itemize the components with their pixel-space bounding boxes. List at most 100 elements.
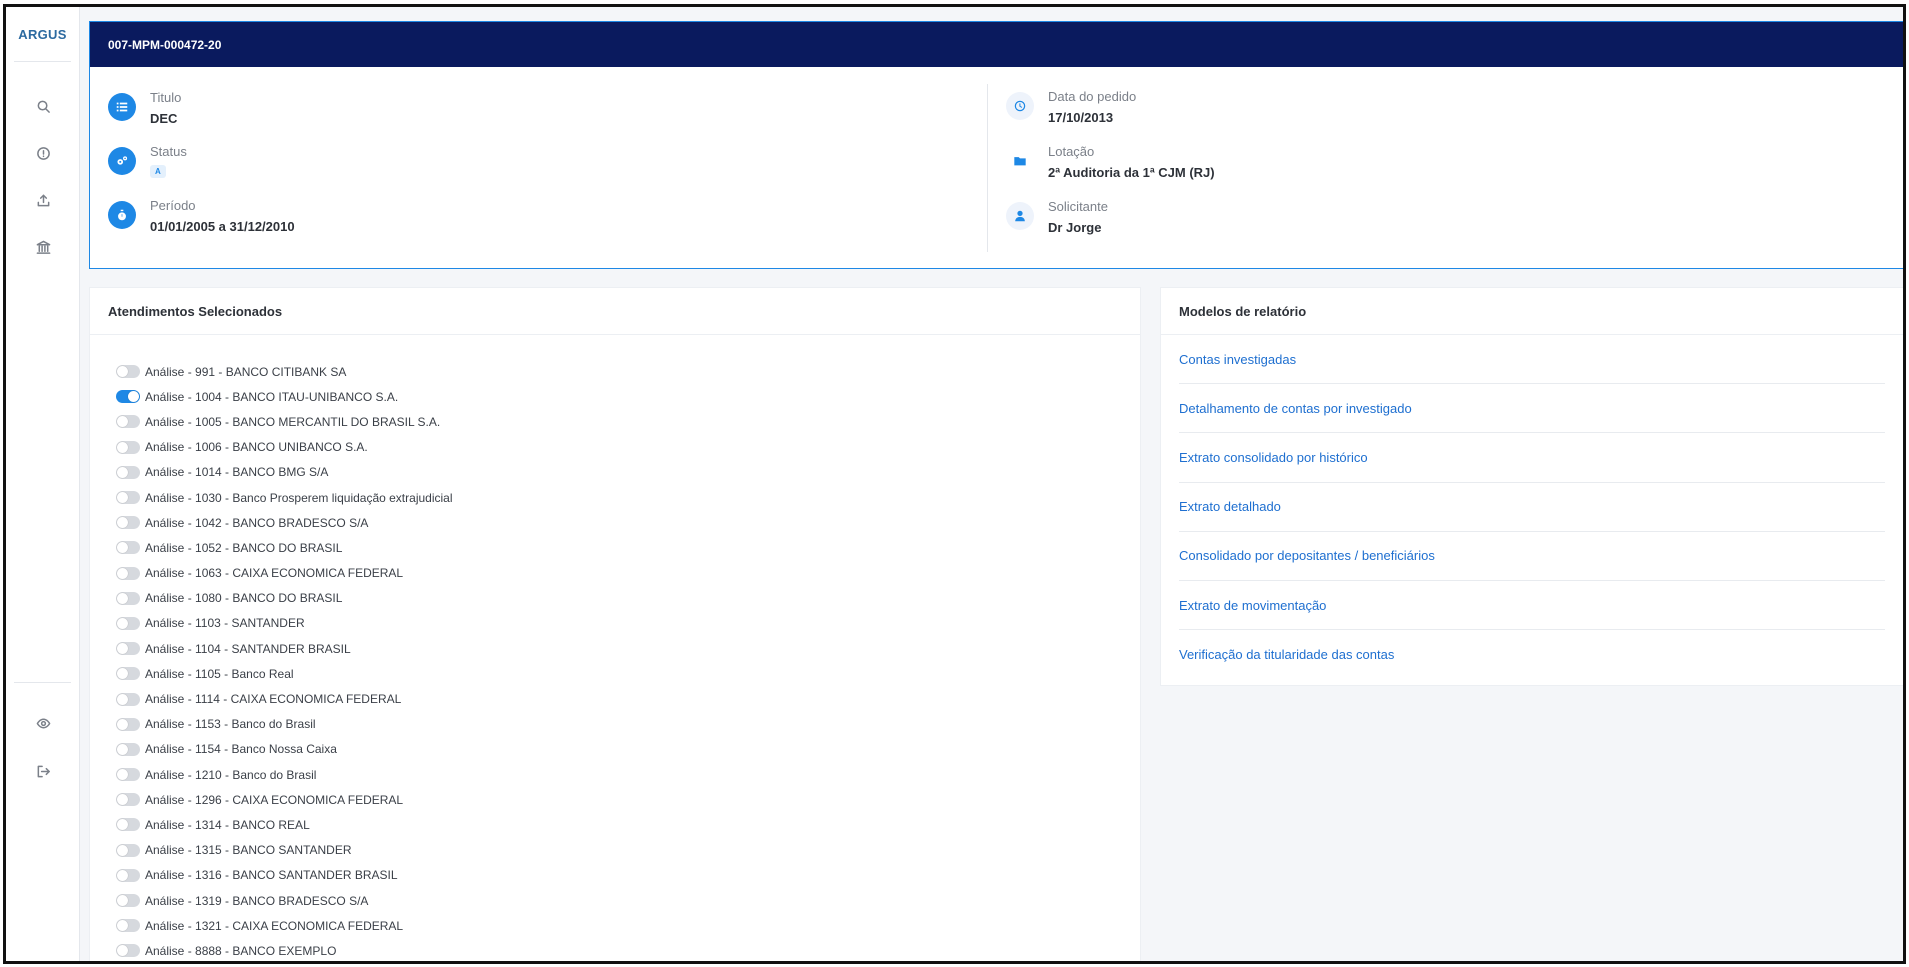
atendimento-item[interactable]: Análise - 1006 - BANCO UNIBANCO S.A.	[116, 435, 1140, 460]
atendimento-item[interactable]: Análise - 1296 - CAIXA ECONOMICA FEDERAL	[116, 787, 1140, 812]
solicitante-value: Dr Jorge	[1048, 220, 1102, 235]
data-pedido-label: Data do pedido	[1048, 89, 1137, 104]
atendimento-label: Análise - 1006 - BANCO UNIBANCO S.A.	[145, 440, 368, 455]
atendimento-label: Análise - 8888 - BANCO EXEMPLO	[145, 943, 337, 958]
atendimento-item[interactable]: Análise - 1014 - BANCO BMG S/A	[116, 460, 1140, 485]
atendimento-label: Análise - 1063 - CAIXA ECONOMICA FEDERAL	[145, 566, 404, 581]
toggle-switch[interactable]	[116, 465, 140, 479]
atendimento-label: Análise - 1042 - BANCO BRADESCO S/A	[145, 515, 369, 530]
folder-icon	[1006, 147, 1034, 175]
toggle-switch[interactable]	[116, 919, 140, 933]
solicitante-field: Solicitante Dr Jorge	[1006, 199, 1108, 236]
app-logo[interactable]: ARGUS	[14, 7, 71, 62]
gears-icon	[108, 147, 136, 175]
toggle-switch[interactable]	[116, 692, 140, 706]
titulo-field: Titulo DEC	[108, 90, 181, 127]
toggle-switch[interactable]	[116, 843, 140, 857]
report-link[interactable]: Verificação da titularidade das contas	[1179, 630, 1885, 679]
toggle-switch[interactable]	[116, 793, 140, 807]
atendimento-label: Análise - 1104 - SANTANDER BRASIL	[145, 641, 351, 656]
atendimento-item[interactable]: Análise - 1052 - BANCO DO BRASIL	[116, 535, 1140, 560]
search-icon[interactable]	[6, 91, 80, 121]
atendimento-item[interactable]: Análise - 1042 - BANCO BRADESCO S/A	[116, 510, 1140, 535]
atendimento-label: Análise - 1315 - BANCO SANTANDER	[145, 843, 352, 858]
toggle-switch[interactable]	[116, 742, 140, 756]
toggle-switch[interactable]	[116, 365, 140, 379]
toggle-switch[interactable]	[116, 591, 140, 605]
atendimentos-title: Atendimentos Selecionados	[90, 288, 1140, 335]
eye-icon[interactable]	[6, 708, 80, 738]
clock-icon	[1006, 92, 1034, 120]
atendimento-label: Análise - 1321 - CAIXA ECONOMICA FEDERAL	[145, 918, 404, 933]
toggle-switch[interactable]	[116, 541, 140, 555]
atendimento-item[interactable]: Análise - 1153 - Banco do Brasil	[116, 712, 1140, 737]
status-label: Status	[150, 144, 187, 159]
atendimento-item[interactable]: Análise - 1114 - CAIXA ECONOMICA FEDERAL	[116, 686, 1140, 711]
toggle-switch[interactable]	[116, 768, 140, 782]
atendimento-label: Análise - 1080 - BANCO DO BRASIL	[145, 591, 343, 606]
periodo-field: Período 01/01/2005 a 31/12/2010	[108, 198, 295, 235]
report-link[interactable]: Extrato de movimentação	[1179, 581, 1885, 631]
atendimento-item[interactable]: Análise - 1103 - SANTANDER	[116, 611, 1140, 636]
sidebar: ARGUS	[6, 7, 80, 961]
atendimento-label: Análise - 1052 - BANCO DO BRASIL	[145, 540, 343, 555]
app-window: ARGUS 007-MPM-000472-20 Titulo DEC Statu…	[3, 4, 1906, 964]
atendimento-item[interactable]: Análise - 1314 - BANCO REAL	[116, 812, 1140, 837]
report-link[interactable]: Contas investigadas	[1179, 335, 1885, 385]
atendimento-item[interactable]: Análise - 1154 - Banco Nossa Caixa	[116, 737, 1140, 762]
modelos-title: Modelos de relatório	[1161, 288, 1903, 335]
bank-icon[interactable]	[6, 232, 80, 262]
toggle-switch[interactable]	[116, 818, 140, 832]
toggle-switch[interactable]	[116, 440, 140, 454]
toggle-switch[interactable]	[116, 868, 140, 882]
toggle-switch[interactable]	[116, 894, 140, 908]
atendimento-label: Análise - 1014 - BANCO BMG S/A	[145, 465, 329, 480]
list-icon	[108, 93, 136, 121]
atendimento-item[interactable]: Análise - 1104 - SANTANDER BRASIL	[116, 636, 1140, 661]
atendimento-label: Análise - 1154 - Banco Nossa Caixa	[145, 742, 337, 757]
toggle-switch[interactable]	[116, 717, 140, 731]
atendimento-label: Análise - 991 - BANCO CITIBANK SA	[145, 364, 347, 379]
atendimento-label: Análise - 1153 - Banco do Brasil	[145, 717, 316, 732]
report-link[interactable]: Consolidado por depositantes / beneficiá…	[1179, 532, 1885, 581]
toggle-switch[interactable]	[116, 642, 140, 656]
atendimento-label: Análise - 1316 - BANCO SANTANDER BRASIL	[145, 868, 398, 883]
toggle-switch[interactable]	[116, 667, 140, 681]
atendimento-item[interactable]: Análise - 1080 - BANCO DO BRASIL	[116, 586, 1140, 611]
atendimento-item[interactable]: Análise - 991 - BANCO CITIBANK SA	[116, 359, 1140, 384]
atendimento-item[interactable]: Análise - 1315 - BANCO SANTANDER	[116, 838, 1140, 863]
report-link[interactable]: Detalhamento de contas por investigado	[1179, 384, 1885, 434]
toggle-switch[interactable]	[116, 516, 140, 530]
report-link[interactable]: Extrato detalhado	[1179, 483, 1885, 532]
case-id-title: 007-MPM-000472-20	[90, 22, 1903, 67]
atendimento-item[interactable]: Análise - 1210 - Banco do Brasil	[116, 762, 1140, 787]
lotacao-field: Lotação 2ª Auditoria da 1ª CJM (RJ)	[1006, 144, 1215, 181]
periodo-value: 01/01/2005 a 31/12/2010	[150, 219, 295, 234]
data-pedido-field: Data do pedido 17/10/2013	[1006, 89, 1136, 126]
atendimento-item[interactable]: Análise - 1105 - Banco Real	[116, 661, 1140, 686]
atendimento-item[interactable]: Análise - 1030 - Banco Prosperem liquida…	[116, 485, 1140, 510]
atendimento-item[interactable]: Análise - 1004 - BANCO ITAU-UNIBANCO S.A…	[116, 384, 1140, 409]
titulo-label: Titulo	[150, 90, 182, 105]
titulo-value: DEC	[150, 111, 178, 126]
toggle-switch[interactable]	[116, 491, 140, 505]
sidebar-divider	[14, 682, 71, 683]
atendimento-item[interactable]: Análise - 1321 - CAIXA ECONOMICA FEDERAL	[116, 913, 1140, 938]
atendimento-item[interactable]: Análise - 1316 - BANCO SANTANDER BRASIL	[116, 863, 1140, 888]
toggle-switch[interactable]	[116, 616, 140, 630]
atendimento-item[interactable]: Análise - 1005 - BANCO MERCANTIL DO BRAS…	[116, 409, 1140, 434]
logout-icon[interactable]	[6, 756, 80, 786]
modelos-list: Contas investigadas Detalhamento de conta…	[1161, 335, 1903, 679]
atendimento-label: Análise - 1004 - BANCO ITAU-UNIBANCO S.A…	[145, 389, 399, 404]
upload-icon[interactable]	[6, 185, 80, 215]
toggle-switch[interactable]	[116, 390, 140, 404]
atendimento-item[interactable]: Análise - 1063 - CAIXA ECONOMICA FEDERAL	[116, 561, 1140, 586]
alert-circle-icon[interactable]	[6, 138, 80, 168]
atendimento-item[interactable]: Análise - 1319 - BANCO BRADESCO S/A	[116, 888, 1140, 913]
toggle-switch[interactable]	[116, 944, 140, 958]
report-link[interactable]: Extrato consolidado por histórico	[1179, 433, 1885, 483]
toggle-switch[interactable]	[116, 566, 140, 580]
atendimento-item[interactable]: Análise - 8888 - BANCO EXEMPLO	[116, 938, 1140, 961]
toggle-switch[interactable]	[116, 415, 140, 429]
stopwatch-icon	[108, 201, 136, 229]
